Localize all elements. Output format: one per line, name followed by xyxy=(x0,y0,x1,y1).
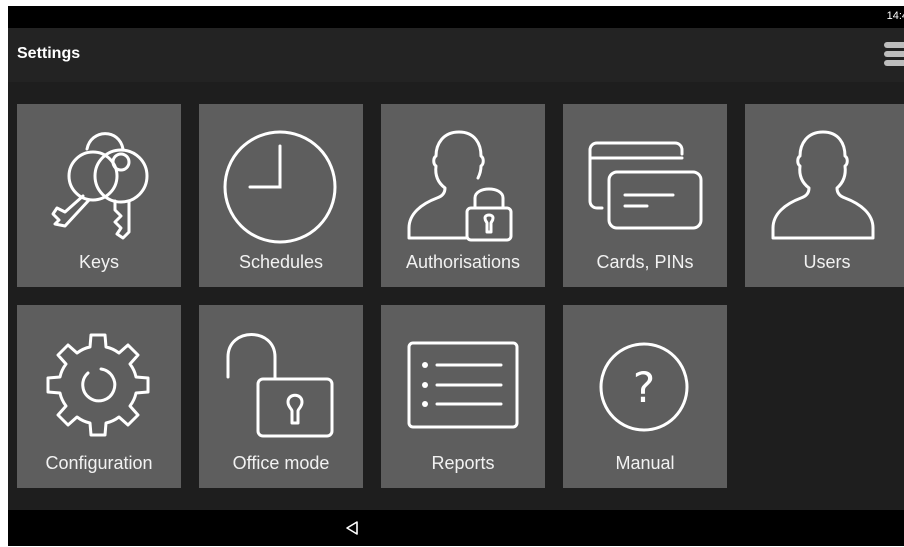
tile-label: Reports xyxy=(431,453,495,473)
tile-schedules[interactable]: Schedules xyxy=(199,104,363,287)
navigation-bar xyxy=(8,510,904,546)
tile-manual[interactable]: ? Manual xyxy=(563,305,727,488)
page-title: Settings xyxy=(17,45,81,62)
status-time: 14:4 xyxy=(886,10,904,22)
tile-cards-pins[interactable]: Cards, PINs xyxy=(563,104,727,287)
tile-label: Configuration xyxy=(45,453,153,473)
tile-label: Users xyxy=(803,252,851,272)
svg-text:?: ? xyxy=(633,363,655,412)
tile-users[interactable]: Users xyxy=(745,104,904,287)
tile-label: Schedules xyxy=(238,252,324,272)
tile-keys[interactable]: Keys xyxy=(17,104,181,287)
tile-office-mode[interactable]: Office mode xyxy=(199,305,363,488)
tile-label: Keys xyxy=(78,252,120,272)
hamburger-menu-icon[interactable] xyxy=(882,42,904,70)
tile-reports[interactable]: Reports xyxy=(381,305,545,488)
settings-grid: Keys Schedules Authorisations Cards, PIN… xyxy=(8,82,904,510)
tile-label: Manual xyxy=(615,453,675,473)
status-bar: 14:4 xyxy=(8,6,904,28)
tile-label: Authorisations xyxy=(405,252,521,272)
tile-label: Cards, PINs xyxy=(596,252,694,272)
tile-label: Office mode xyxy=(232,453,330,473)
back-triangle-icon[interactable] xyxy=(344,519,362,537)
tile-configuration[interactable]: Configuration xyxy=(17,305,181,488)
app-bar: Settings xyxy=(8,28,904,82)
tile-authorisations[interactable]: Authorisations xyxy=(381,104,545,287)
device-screen: 14:4 Settings Keys xyxy=(8,6,904,546)
